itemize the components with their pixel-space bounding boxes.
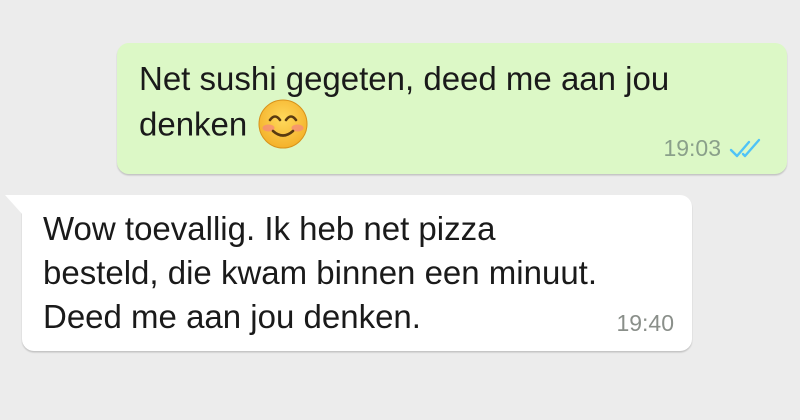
- incoming-message-meta: 19:40: [616, 310, 674, 337]
- incoming-message-bubble[interactable]: Wow toevallig. Ik heb net pizza besteld,…: [5, 195, 692, 351]
- double-check-read-icon: [729, 138, 761, 157]
- bubble-tail: [5, 195, 23, 215]
- outgoing-message-body: Net sushi gegeten, deed me aan jou denke…: [139, 60, 670, 143]
- outgoing-message-time: 19:03: [663, 135, 721, 161]
- incoming-message-time: 19:40: [616, 310, 674, 336]
- incoming-message-text: Wow toevallig. Ik heb net pizza besteld,…: [43, 210, 598, 335]
- chat-thread: Net sushi gegeten, deed me aan jou denke…: [0, 0, 800, 420]
- outgoing-message-bubble[interactable]: Net sushi gegeten, deed me aan jou denke…: [117, 43, 787, 174]
- outgoing-message-meta: 19:03: [663, 135, 765, 162]
- smiling-face-icon: [258, 99, 308, 149]
